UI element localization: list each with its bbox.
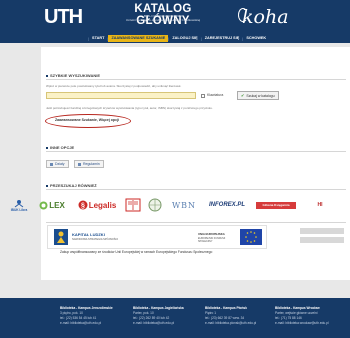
nav-item-login[interactable]: ZALOGUJ SIĘ: [169, 35, 200, 42]
divider: [46, 151, 346, 152]
quick-search-heading: SZYBKIE WYSZUKIWANIE: [46, 73, 100, 78]
document-icon: [78, 162, 81, 166]
wbn-logo[interactable]: WBN: [166, 199, 202, 211]
ibuk-icon: [14, 199, 24, 207]
keyboard-checkbox[interactable]: [201, 94, 205, 98]
kapital-ludzki-icon: [54, 229, 68, 245]
other-options-heading: INNE OPCJE: [46, 145, 74, 150]
site-footer: Biblioteka - Kampus Jerozolimskie 3 pięt…: [0, 298, 350, 338]
divider: [46, 189, 346, 190]
university-name: Uczelni Technczno-Handlowej im. Heleny C…: [125, 18, 201, 22]
eu-label: UNIA EUROPEJSKA: [198, 232, 225, 236]
partner-logo-1[interactable]: [300, 228, 344, 234]
footer-column: Biblioteka - Kampus Jerozolimskie 3 pięt…: [60, 306, 113, 325]
site-header: UTH KATALOG GŁÓWNY BIBLIOTEKI NAUKOWEJ U…: [0, 0, 350, 34]
svg-text:§: §: [81, 203, 85, 210]
legalis-icon: §: [78, 200, 88, 210]
eu-flag-icon: [240, 229, 262, 245]
book-logo[interactable]: [124, 197, 142, 213]
departments-button[interactable]: Działy: [46, 160, 69, 168]
uth-logo[interactable]: UTH: [44, 6, 92, 28]
keyboard-checkbox-label: Klawiatura: [207, 93, 224, 97]
eu-fund-label: EUROPEJSKI FUNDUSZ SPOŁECZNY: [198, 237, 226, 243]
folder-icon: [50, 162, 53, 166]
advanced-search-link[interactable]: Zaawansowane Szukanie, Więcej opcji: [55, 118, 119, 122]
hi-logo[interactable]: HI: [300, 196, 340, 214]
main-nav: | START | ZAAWANSOWANE SZUKANIE | ZALOGU…: [0, 34, 350, 43]
search-description: Wpisz w pierwsze pole poszukiwany tytuł …: [46, 84, 182, 88]
search-also-heading: PRZESZUKAJ RÓWNIEŻ: [46, 183, 97, 188]
footer-column: Biblioteka - Kampus Wrocław Parter, wejś…: [275, 306, 329, 325]
divider: [46, 79, 346, 80]
kapital-ludzki-title: KAPITAŁ LUDZKI: [72, 232, 105, 237]
nav-item-register[interactable]: ZAREJESTRUJ SIĘ: [202, 35, 243, 42]
search-catalog-button[interactable]: ✔ Szukaj w katalogu: [237, 91, 279, 100]
partner-logo-2[interactable]: [300, 237, 344, 243]
footer-column: Biblioteka - Kampus Jagiellońska Parter,…: [133, 306, 184, 325]
search-input[interactable]: [46, 92, 196, 99]
check-icon: ✔: [241, 93, 245, 98]
eu-cofinancing-text: Zakup współfinansowany ze środków Unii E…: [60, 250, 213, 254]
nav-item-advanced-search[interactable]: ZAAWANSOWANE SZUKANIE: [108, 35, 169, 42]
ibuk-libra-logo[interactable]: IBUK Libra: [8, 196, 30, 214]
nav-item-cart[interactable]: SCHOWEK: [243, 35, 269, 42]
regulations-button[interactable]: Regulamin: [74, 160, 104, 168]
bullet-icon: [46, 146, 48, 149]
inforex-logo[interactable]: INFOREX.PL: [205, 196, 249, 214]
lex-icon: [39, 201, 48, 209]
bullet-icon: [46, 184, 48, 187]
book-icon: [125, 198, 141, 212]
nav-item-start[interactable]: START: [89, 35, 107, 42]
legalis-logo[interactable]: § Legalis: [73, 198, 121, 212]
bullet-icon: [46, 74, 48, 77]
koha-logo[interactable]: koha: [242, 5, 308, 29]
lex-logo[interactable]: LEX: [32, 198, 72, 212]
glowna-ksiegarnia-logo[interactable]: Główna Księgarnia: [256, 195, 296, 215]
eu-funding-banner: KAPITAŁ LUDZKI NARODOWA STRATEGIA SPÓJNO…: [47, 225, 267, 249]
kapital-ludzki-sub: NARODOWA STRATEGIA SPÓJNOŚCI: [72, 238, 119, 241]
advanced-hint: Jeśli potrzebujesz bardziej szczegółowyc…: [46, 106, 213, 110]
globe-icon: [148, 198, 162, 212]
globe-logo[interactable]: [146, 197, 164, 213]
footer-column: Biblioteka - Kampus Płońsk Piętro 1 tel.…: [205, 306, 257, 325]
divider: [46, 222, 346, 223]
